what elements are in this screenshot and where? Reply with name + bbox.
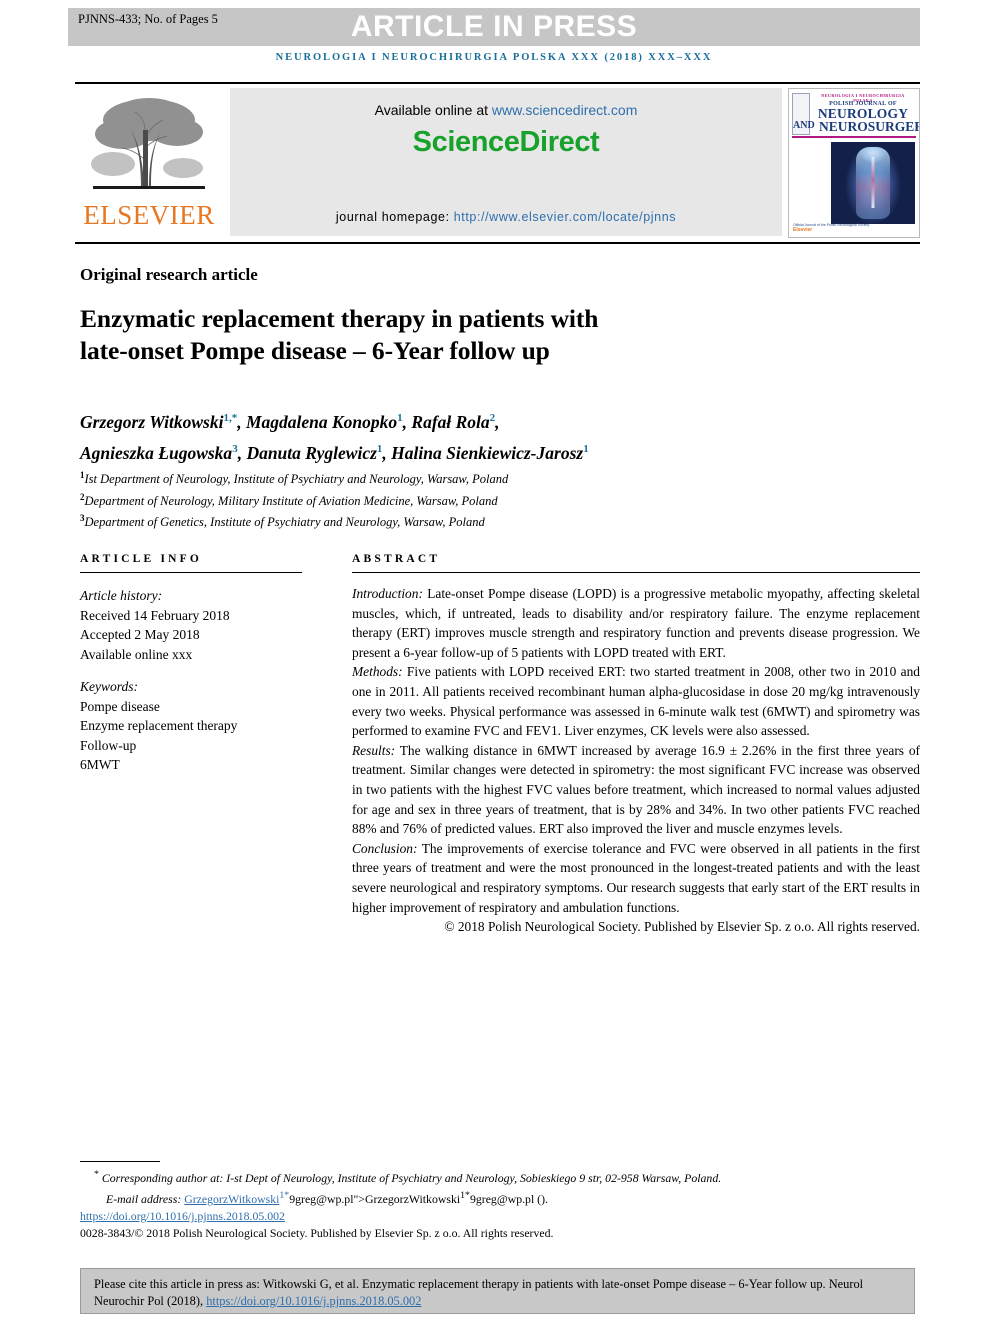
abstract-body: Introduction: Late-onset Pompe disease (… [352, 584, 920, 937]
elsevier-logo: ELSEVIER [75, 88, 223, 238]
author-affil-marker: 1,* [223, 412, 238, 424]
title-line-1: Enzymatic replacement therapy in patient… [80, 304, 599, 333]
cover-footer: Official Journal of the Polish Neurologi… [793, 223, 869, 233]
title-line-2: late-onset Pompe disease – 6-Year follow… [80, 336, 550, 365]
journal-running-head: NEUROLOGIA I NEUROCHIRURGIA POLSKA XXX (… [275, 52, 713, 63]
article-info-rule [80, 572, 302, 573]
article-info-column: ARTICLE INFO Article history: Received 1… [80, 553, 302, 775]
sciencedirect-box: Available online at www.sciencedirect.co… [230, 88, 782, 236]
masthead-bottom-rule [75, 242, 920, 244]
abstract-section: Conclusion: The improvements of exercise… [352, 839, 920, 917]
author-list: Grzegorz Witkowski1,*, Magdalena Konopko… [80, 405, 910, 467]
abstract-section-label: Introduction: [352, 586, 423, 601]
journal-homepage-line: journal homepage: http://www.elsevier.co… [230, 210, 782, 224]
article-type-label: Original research article [80, 265, 258, 284]
author-affil-marker: 1 [583, 442, 589, 455]
cover-neurosurgery: NEUROSURGERY [819, 119, 919, 134]
cite-this-article-box: Please cite this article in press as: Wi… [80, 1268, 915, 1314]
keyword-item: Enzyme replacement therapy [80, 718, 238, 733]
doi-note: https://doi.org/10.1016/j.pjnns.2018.05.… [80, 1208, 925, 1225]
affiliation-item: 1Ist Department of Neurology, Institute … [80, 467, 910, 489]
available-online-date: Available online xxx [80, 646, 193, 662]
abstract-section-label: Conclusion: [352, 840, 418, 856]
abstract-section: Introduction: Late-onset Pompe disease (… [352, 584, 920, 662]
journal-homepage-link[interactable]: http://www.elsevier.com/locate/pjnns [454, 210, 676, 224]
author-name: Grzegorz Witkowski [80, 411, 224, 432]
keyword-item: Follow-up [80, 737, 137, 753]
abstract-section-label: Results: [352, 742, 396, 758]
manuscript-code: PJNNS-433; No. of Pages 5 [78, 12, 218, 26]
author-name: , Danuta Ryglewicz [237, 442, 377, 463]
author-separator: , [495, 411, 500, 432]
abstract-copyright: © 2018 Polish Neurological Society. Publ… [444, 919, 920, 935]
abstract-column: ABSTRACT Introduction: Late-onset Pompe … [352, 553, 920, 937]
author-name: , Magdalena Konopko [237, 411, 398, 432]
abstract-section-label: Methods: [352, 664, 403, 680]
doi-link[interactable]: https://doi.org/10.1016/j.pjnns.2018.05.… [80, 1209, 285, 1223]
affiliation-text: Ist Department of Neurology, Institute o… [84, 472, 509, 487]
journal-cover-thumbnail: NEUROLOGIA I NEUROCHIRURGIA POLSKA POLIS… [788, 88, 920, 238]
article-history-label: Article history: [80, 588, 163, 603]
elsevier-wordmark: ELSEVIER [83, 200, 215, 230]
received-date: Received 14 February 2018 [80, 607, 230, 623]
masthead-top-rule [75, 82, 920, 84]
keyword-item: Pompe disease [80, 698, 160, 714]
elsevier-tree-icon [91, 98, 205, 189]
article-info-heading: ARTICLE INFO [80, 553, 203, 565]
footnote-block: * Corresponding author at: I-st Dept of … [80, 1166, 925, 1243]
abstract-section-text: The walking distance in 6MWT increased b… [352, 742, 920, 837]
abstract-section-text: Five patients with LOPD received ERT: tw… [352, 664, 920, 739]
email-rest: 9greg@wp.pl">GrzegorzWitkowski [289, 1192, 461, 1207]
abstract-section-text: Late-onset Pompe disease (LOPD) is a pro… [352, 586, 920, 660]
available-online-line: Available online at www.sciencedirect.co… [230, 102, 782, 118]
cite-this-article-text: Please cite this article in press as: Wi… [94, 1276, 902, 1309]
abstract-heading: ABSTRACT [352, 553, 441, 565]
email-tail: 9greg@wp.pl (). [469, 1192, 548, 1207]
author-name: , Halina Sienkiewicz-Jarosz [382, 442, 584, 463]
email-sup-2: 1* [460, 1190, 470, 1202]
page-title: Enzymatic replacement therapy in patient… [80, 303, 780, 367]
abstract-section: Methods: Five patients with LOPD receive… [352, 662, 920, 740]
abstract-section: Results: The walking distance in 6MWT in… [352, 741, 920, 839]
affiliation-item: 3Department of Genetics, Institute of Ps… [80, 510, 910, 532]
email-address-note: E-mail address: GrzegorzWitkowski1*9greg… [80, 1187, 925, 1208]
affiliation-text: Department of Genetics, Institute of Psy… [84, 515, 485, 530]
article-history-block: Article history: Received 14 February 20… [80, 586, 302, 664]
cover-magenta-rule [792, 136, 916, 138]
affiliation-text: Department of Neurology, Military Instit… [84, 493, 498, 508]
journal-homepage-prefix: journal homepage: [335, 210, 454, 224]
keyword-item: 6MWT [80, 757, 120, 772]
email-label: E-mail address: [106, 1192, 185, 1207]
author-name: , Rafał Rola [402, 411, 490, 432]
cover-and: AND [793, 120, 815, 131]
author-name: Agnieszka Ługowska [80, 442, 233, 463]
corresponding-author-note: * Corresponding author at: I-st Dept of … [80, 1166, 925, 1187]
keywords-block: Keywords: Pompe disease Enzyme replaceme… [80, 677, 302, 775]
abstract-section-text: The improvements of exercise tolerance a… [352, 840, 920, 915]
asterisk-marker: * [94, 1169, 99, 1180]
affiliation-item: 2Department of Neurology, Military Insti… [80, 489, 910, 511]
email-link[interactable]: GrzegorzWitkowski [184, 1192, 279, 1206]
cover-spine-figure [871, 156, 875, 208]
sciencedirect-logo: ScienceDirect [412, 126, 600, 158]
cover-anatomy-illustration [831, 142, 915, 224]
footnote-rule [80, 1161, 160, 1162]
accepted-date: Accepted 2 May 2018 [80, 627, 200, 642]
cite-doi-link[interactable]: https://doi.org/10.1016/j.pjnns.2018.05.… [206, 1294, 421, 1308]
sciencedirect-link[interactable]: www.sciencedirect.com [492, 102, 638, 118]
keywords-label: Keywords: [80, 679, 138, 694]
email-link-sup: 1* [279, 1190, 290, 1202]
affiliation-list: 1Ist Department of Neurology, Institute … [80, 467, 910, 532]
cover-footer-publisher: Elsevier [793, 227, 813, 233]
issn-copyright-note: 0028-3843/© 2018 Polish Neurological Soc… [80, 1226, 554, 1241]
abstract-rule [352, 572, 920, 573]
available-online-prefix: Available online at [374, 102, 492, 118]
corresponding-author-text: Corresponding author at: I-st Dept of Ne… [101, 1170, 722, 1185]
masthead: ELSEVIER Available online at www.science… [75, 86, 920, 241]
